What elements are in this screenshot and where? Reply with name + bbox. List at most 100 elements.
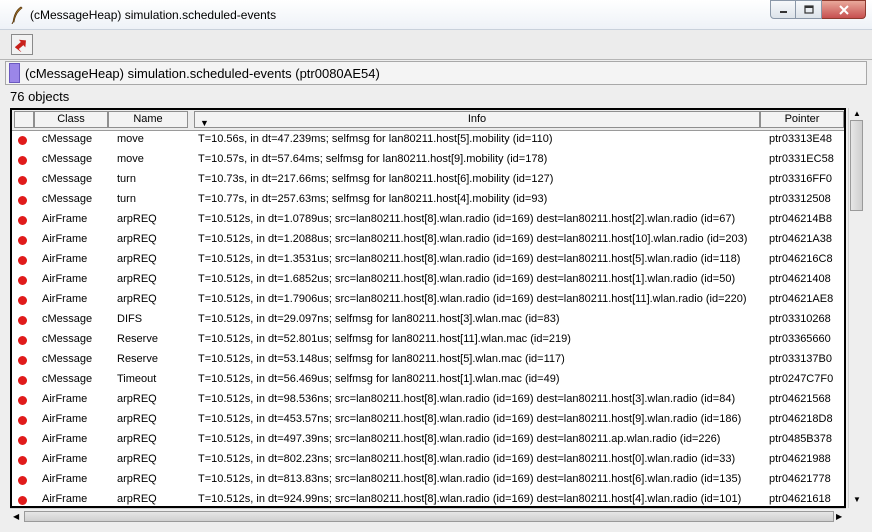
cell-name: turn	[117, 173, 136, 185]
cell-class: AirFrame	[42, 453, 88, 465]
cell-name: arpREQ	[117, 213, 157, 225]
table-row[interactable]: AirFrame arpREQ T=10.512s, in dt=924.99ns;…	[12, 490, 844, 506]
status-dot-icon	[18, 236, 27, 245]
table-row[interactable]: cMessage turn T=10.77s, in dt=257.63ms; se…	[12, 190, 844, 210]
status-dot-icon	[18, 316, 27, 325]
status-dot-icon	[18, 136, 27, 145]
close-button[interactable]	[822, 0, 866, 19]
cell-class: AirFrame	[42, 433, 88, 445]
table-row[interactable]: AirFrame arpREQ T=10.512s, in dt=1.2088us;…	[12, 230, 844, 250]
status-dot-icon	[18, 416, 27, 425]
header-info[interactable]: ▼ Info	[194, 111, 760, 128]
status-dot-icon	[18, 216, 27, 225]
cell-pointer: ptr04621778	[769, 473, 831, 485]
cell-pointer: ptr04621568	[769, 393, 831, 405]
status-dot-icon	[18, 256, 27, 265]
table-row[interactable]: cMessage Reserve T=10.512s, in dt=53.148us…	[12, 350, 844, 370]
cell-class: cMessage	[42, 333, 93, 345]
cell-pointer: ptr04621988	[769, 453, 831, 465]
cell-name: arpREQ	[117, 413, 157, 425]
table-row[interactable]: cMessage move T=10.57s, in dt=57.64ms; sel…	[12, 150, 844, 170]
cell-class: cMessage	[42, 373, 93, 385]
table-row[interactable]: cMessage Timeout T=10.512s, in dt=56.469us…	[12, 370, 844, 390]
up-arrow-icon	[15, 39, 26, 52]
cell-name: arpREQ	[117, 393, 157, 405]
table-row[interactable]: AirFrame arpREQ T=10.512s, in dt=1.6852us;…	[12, 270, 844, 290]
table-row[interactable]: AirFrame arpREQ T=10.512s, in dt=1.7906us;…	[12, 290, 844, 310]
cell-name: arpREQ	[117, 253, 157, 265]
vertical-scroll-thumb[interactable]	[850, 120, 863, 211]
cell-class: AirFrame	[42, 493, 88, 505]
cell-class: AirFrame	[42, 253, 88, 265]
cell-pointer: ptr033137B0	[769, 353, 832, 365]
cell-pointer: ptr0485B378	[769, 433, 832, 445]
status-dot-icon	[18, 456, 27, 465]
table-row[interactable]: cMessage turn T=10.73s, in dt=217.66ms; se…	[12, 170, 844, 190]
cell-pointer: ptr046214B8	[769, 213, 832, 225]
cell-class: cMessage	[42, 173, 93, 185]
status-dot-icon	[18, 396, 27, 405]
cell-info: T=10.512s, in dt=98.536ns; src=lan80211.…	[198, 393, 736, 405]
cell-pointer: ptr03310268	[769, 313, 831, 325]
feather-icon	[11, 6, 23, 24]
cell-pointer: ptr04621408	[769, 273, 831, 285]
cell-name: arpREQ	[117, 273, 157, 285]
table-row[interactable]: AirFrame arpREQ T=10.512s, in dt=1.0789us;…	[12, 210, 844, 230]
cell-pointer: ptr04621A38	[769, 233, 832, 245]
horizontal-scrollbar[interactable]: ◀ ▶	[10, 508, 846, 524]
header-status[interactable]	[14, 111, 34, 128]
table-row[interactable]: cMessage Reserve T=10.512s, in dt=52.801us…	[12, 330, 844, 350]
vertical-scrollbar[interactable]: ▲ ▼	[848, 108, 864, 508]
cell-class: cMessage	[42, 193, 93, 205]
cell-info: T=10.73s, in dt=217.66ms; selfmsg for la…	[198, 173, 554, 185]
sort-desc-icon: ▼	[200, 118, 209, 128]
table-row[interactable]: cMessage move T=10.56s, in dt=47.239ms; se…	[12, 130, 844, 150]
cell-name: arpREQ	[117, 293, 157, 305]
minimize-button[interactable]	[770, 0, 796, 19]
status-dot-icon	[18, 496, 27, 505]
status-dot-icon	[18, 476, 27, 485]
table-row[interactable]: AirFrame arpREQ T=10.512s, in dt=98.536ns;…	[12, 390, 844, 410]
cell-info: T=10.56s, in dt=47.239ms; selfmsg for la…	[198, 133, 553, 145]
cell-name: arpREQ	[117, 433, 157, 445]
cell-name: move	[117, 153, 144, 165]
cell-pointer: ptr04621AE8	[769, 293, 834, 305]
cell-info: T=10.77s, in dt=257.63ms; selfmsg for la…	[198, 193, 548, 205]
cell-pointer: ptr03316FF0	[769, 173, 832, 185]
cell-pointer: ptr046218D8	[769, 413, 833, 425]
cell-info: T=10.512s, in dt=53.148us; selfmsg for l…	[198, 353, 565, 365]
cell-info: T=10.512s, in dt=1.7906us; src=lan80211.…	[198, 293, 747, 305]
header-name[interactable]: Name	[108, 111, 188, 128]
cell-class: AirFrame	[42, 413, 88, 425]
table-row[interactable]: AirFrame arpREQ T=10.512s, in dt=813.83ns;…	[12, 470, 844, 490]
cell-pointer: ptr046216C8	[769, 253, 833, 265]
cell-class: cMessage	[42, 153, 93, 165]
maximize-button[interactable]	[796, 0, 822, 19]
table-row[interactable]: AirFrame arpREQ T=10.512s, in dt=1.3531us;…	[12, 250, 844, 270]
table-row[interactable]: AirFrame arpREQ T=10.512s, in dt=802.23ns;…	[12, 450, 844, 470]
cell-class: cMessage	[42, 313, 93, 325]
inspect-parent-button[interactable]	[11, 34, 33, 55]
header-info-label: Info	[467, 113, 487, 125]
scroll-left-icon[interactable]: ◀	[13, 512, 19, 521]
status-dot-icon	[18, 356, 27, 365]
header-pointer[interactable]: Pointer	[760, 111, 844, 128]
cell-name: move	[117, 133, 144, 145]
cell-name: turn	[117, 193, 136, 205]
cell-info: T=10.57s, in dt=57.64ms; selfmsg for lan…	[198, 153, 548, 165]
table-row[interactable]: AirFrame arpREQ T=10.512s, in dt=497.39ns;…	[12, 430, 844, 450]
cell-class: cMessage	[42, 133, 93, 145]
status-dot-icon	[18, 436, 27, 445]
object-info-bar: (cMessageHeap) simulation.scheduled-even…	[5, 61, 867, 85]
scroll-right-icon[interactable]: ▶	[836, 512, 842, 521]
table-row[interactable]: cMessage DIFS T=10.512s, in dt=29.097ns; s…	[12, 310, 844, 330]
scroll-down-icon[interactable]: ▼	[853, 495, 861, 504]
list-header: Class Name ▼ Info Pointer	[12, 110, 844, 131]
horizontal-scroll-thumb[interactable]	[24, 511, 834, 522]
status-dot-icon	[18, 176, 27, 185]
window-title: (cMessageHeap) simulation.scheduled-even…	[30, 8, 277, 22]
header-class[interactable]: Class	[34, 111, 108, 128]
table-row[interactable]: AirFrame arpREQ T=10.512s, in dt=453.57ns;…	[12, 410, 844, 430]
scroll-up-icon[interactable]: ▲	[853, 109, 861, 118]
object-color-swatch	[9, 63, 20, 83]
